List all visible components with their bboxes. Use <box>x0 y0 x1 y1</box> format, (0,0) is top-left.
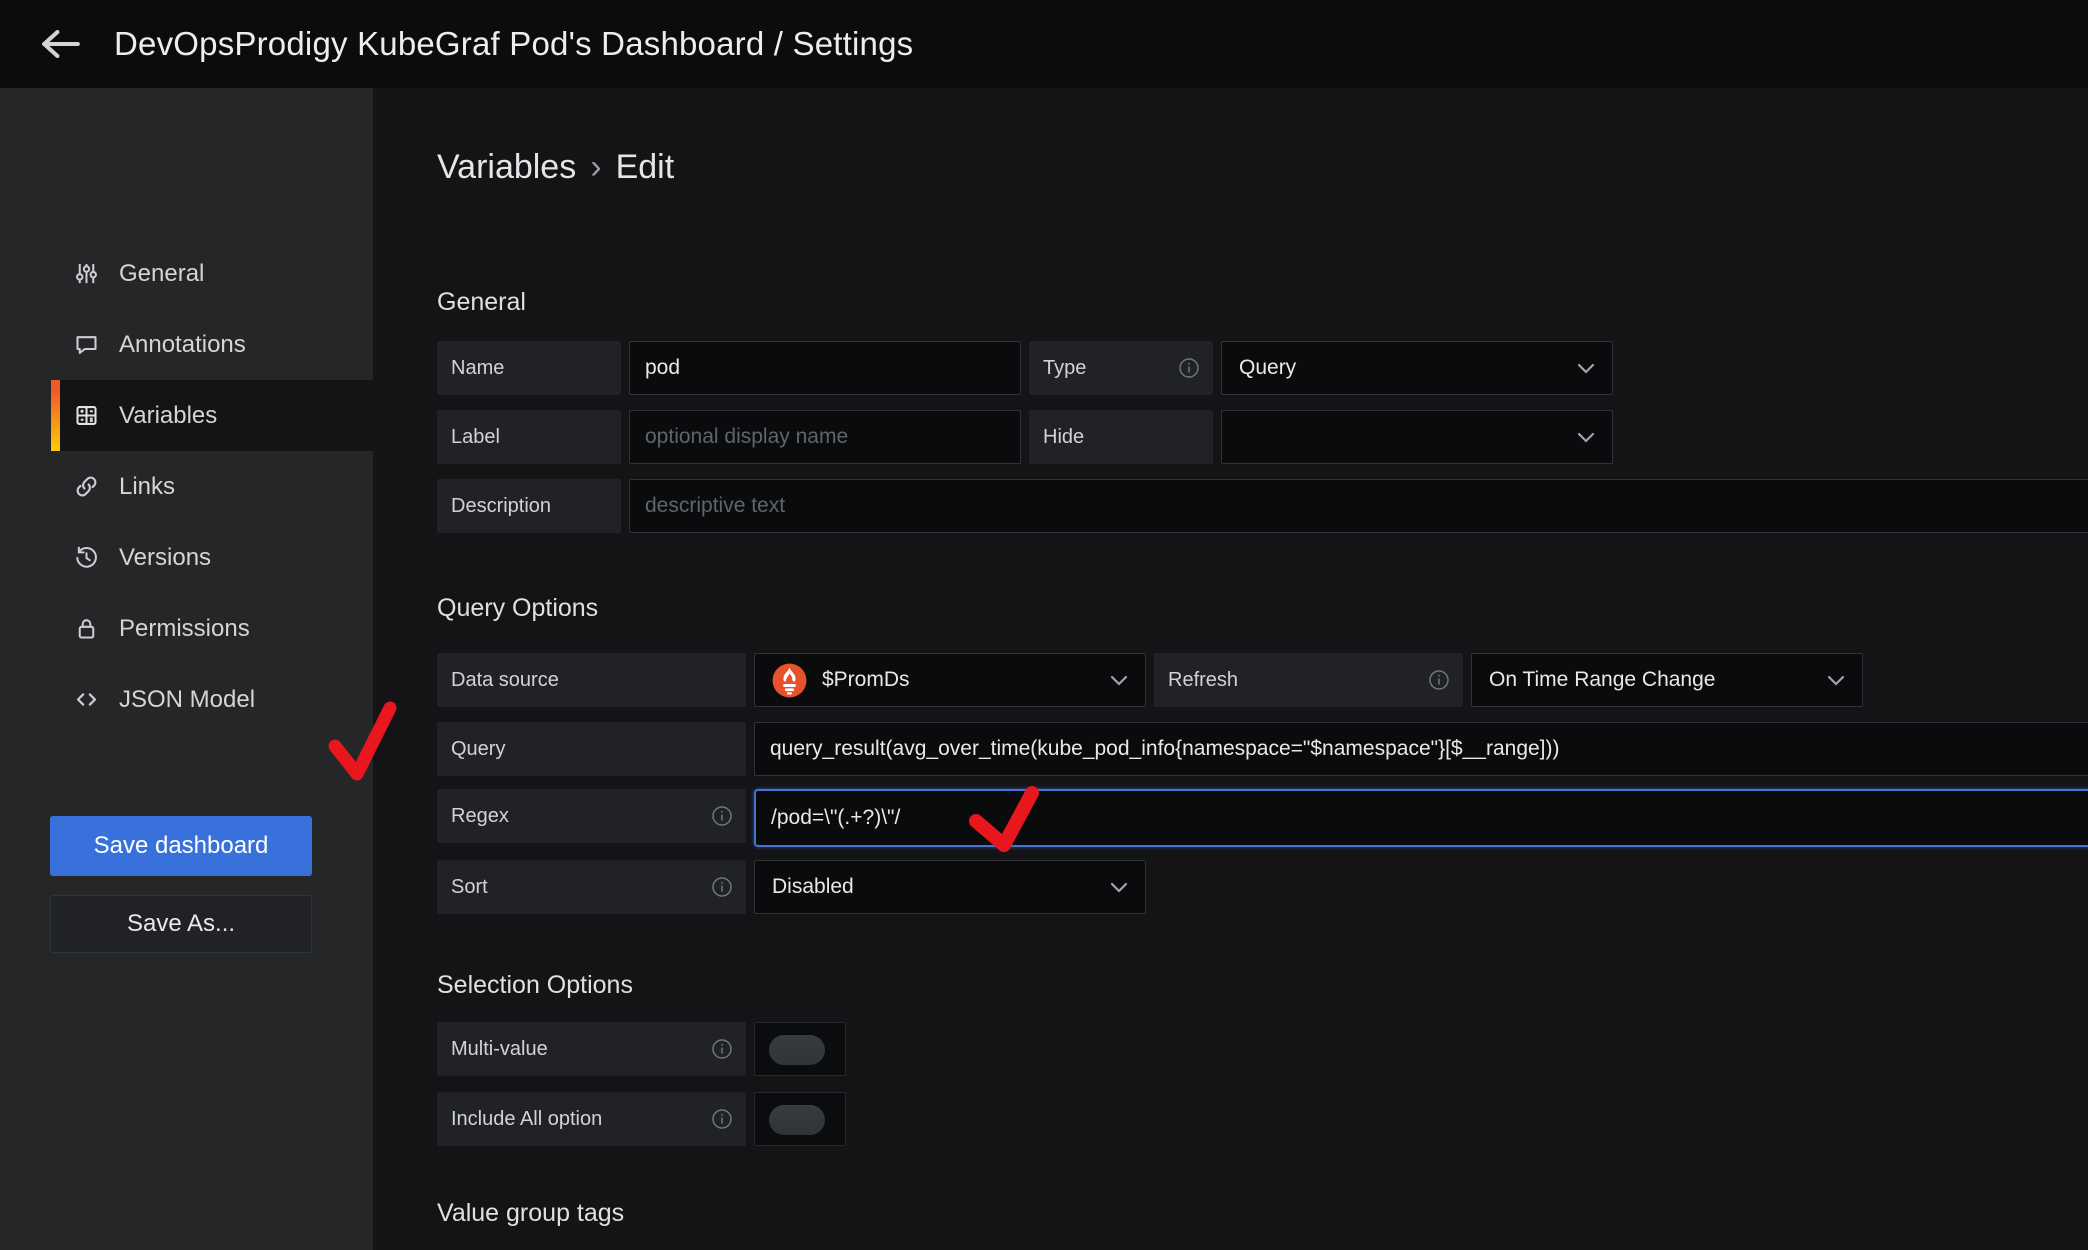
refresh-select[interactable]: On Time Range Change <box>1471 653 1863 707</box>
multi-value-row: Multi-value <box>437 1022 846 1076</box>
refresh-select-value: On Time Range Change <box>1489 668 1715 692</box>
breadcrumb: Variables › Edit <box>437 148 674 187</box>
label-hide-row: Label Hide <box>437 410 1613 464</box>
breadcrumb-section: Variables <box>437 148 576 187</box>
sidebar-item-label: Versions <box>119 544 211 572</box>
sidebar-item-label: Links <box>119 473 175 501</box>
chevron-down-icon <box>1110 882 1128 893</box>
type-label: Type <box>1029 341 1213 395</box>
include-all-label: Include All option <box>437 1092 746 1146</box>
settings-nav: General Annotations Variables <box>51 238 373 735</box>
sidebar-item-json-model[interactable]: JSON Model <box>51 664 373 735</box>
toggle-knob <box>769 1105 825 1135</box>
regex-row: Regex <box>437 789 2088 843</box>
back-arrow-icon[interactable] <box>38 24 84 64</box>
regex-input[interactable] <box>754 789 2088 847</box>
regex-label-text: Regex <box>451 805 509 828</box>
type-select[interactable]: Query <box>1221 341 1613 395</box>
dashboard-settings-title: DevOpsProdigy KubeGraf Pod's Dashboard /… <box>114 25 913 63</box>
sidebar-item-label: Annotations <box>119 331 246 359</box>
data-source-label: Data source <box>437 653 746 707</box>
include-all-toggle[interactable] <box>754 1092 846 1146</box>
sort-label-text: Sort <box>451 876 488 899</box>
sort-row: Sort Disabled <box>437 860 1146 914</box>
sidebar-item-general[interactable]: General <box>51 238 373 309</box>
top-header: DevOpsProdigy KubeGraf Pod's Dashboard /… <box>0 0 2088 88</box>
include-all-row: Include All option <box>437 1092 846 1146</box>
sort-select-value: Disabled <box>772 875 854 899</box>
value-group-tags-heading: Value group tags <box>437 1199 624 1228</box>
code-icon <box>73 686 100 713</box>
info-icon[interactable] <box>711 876 733 898</box>
refresh-label: Refresh <box>1154 653 1463 707</box>
sidebar-item-label: Variables <box>119 402 217 430</box>
type-select-value: Query <box>1239 356 1296 380</box>
chevron-down-icon <box>1110 675 1128 686</box>
label-label: Label <box>437 410 621 464</box>
sidebar-item-links[interactable]: Links <box>51 451 373 522</box>
general-heading: General <box>437 288 526 317</box>
multi-value-toggle[interactable] <box>754 1022 846 1076</box>
sidebar-item-label: General <box>119 260 204 288</box>
chevron-down-icon <box>1577 432 1595 443</box>
query-row: Query <box>437 722 2088 776</box>
sidebar-item-label: JSON Model <box>119 686 255 714</box>
hide-label: Hide <box>1029 410 1213 464</box>
include-all-label-text: Include All option <box>451 1108 602 1131</box>
history-icon <box>73 544 100 571</box>
description-row: Description <box>437 479 2088 533</box>
sidebar-item-permissions[interactable]: Permissions <box>51 593 373 664</box>
name-type-row: Name Type Query <box>437 341 1613 395</box>
query-options-heading: Query Options <box>437 594 598 623</box>
sidebar-item-variables[interactable]: Variables <box>51 380 373 451</box>
name-input[interactable] <box>629 341 1021 395</box>
link-icon <box>73 473 100 500</box>
chevron-down-icon <box>1577 363 1595 374</box>
lock-icon <box>73 615 100 642</box>
info-icon[interactable] <box>1428 669 1450 691</box>
type-label-text: Type <box>1043 357 1086 380</box>
save-as-button[interactable]: Save As... <box>50 895 312 953</box>
save-dashboard-button[interactable]: Save dashboard <box>50 816 312 876</box>
info-icon[interactable] <box>711 805 733 827</box>
multi-value-label: Multi-value <box>437 1022 746 1076</box>
hide-select[interactable] <box>1221 410 1613 464</box>
sidebar-item-label: Permissions <box>119 615 250 643</box>
info-icon[interactable] <box>711 1108 733 1130</box>
sort-label: Sort <box>437 860 746 914</box>
info-icon[interactable] <box>711 1038 733 1060</box>
refresh-label-text: Refresh <box>1168 669 1238 692</box>
chevron-down-icon <box>1827 675 1845 686</box>
data-source-select[interactable]: $PromDs <box>754 653 1146 707</box>
info-icon[interactable] <box>1178 357 1200 379</box>
selection-options-heading: Selection Options <box>437 971 633 1000</box>
prometheus-icon <box>772 663 807 698</box>
query-label: Query <box>437 722 746 776</box>
query-input[interactable] <box>754 722 2088 776</box>
description-input[interactable] <box>629 479 2088 533</box>
sort-select[interactable]: Disabled <box>754 860 1146 914</box>
toggle-knob <box>769 1035 825 1065</box>
datasource-refresh-row: Data source $PromDs Refresh <box>437 653 1863 707</box>
settings-sidebar: General Annotations Variables <box>0 88 373 1250</box>
sidebar-item-versions[interactable]: Versions <box>51 522 373 593</box>
regex-label: Regex <box>437 789 746 843</box>
sliders-icon <box>73 260 100 287</box>
comment-icon <box>73 331 100 358</box>
sidebar-item-annotations[interactable]: Annotations <box>51 309 373 380</box>
description-label: Description <box>437 479 621 533</box>
breadcrumb-page: Edit <box>616 148 675 187</box>
grid-icon <box>73 402 100 429</box>
multi-value-label-text: Multi-value <box>451 1038 548 1061</box>
label-input[interactable] <box>629 410 1021 464</box>
breadcrumb-separator: › <box>590 148 601 187</box>
name-label: Name <box>437 341 621 395</box>
data-source-value: $PromDs <box>822 668 910 692</box>
